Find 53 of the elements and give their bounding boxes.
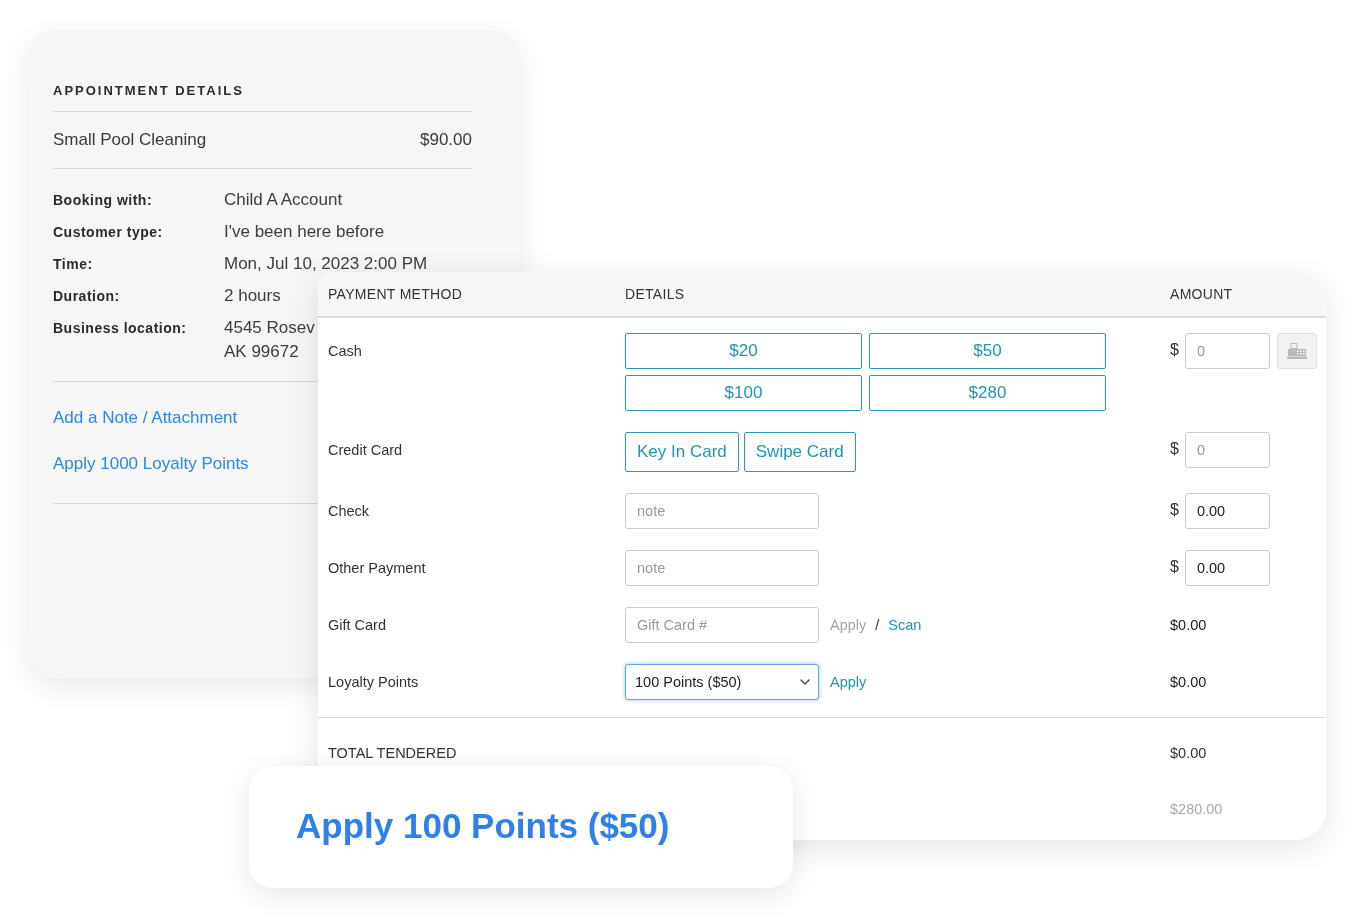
method-label: Gift Card	[328, 616, 386, 635]
callout-text: Apply 100 Points ($50)	[296, 806, 670, 846]
points-select[interactable]: 100 Points ($50)	[625, 664, 819, 700]
method-label: Other Payment	[328, 559, 426, 578]
currency-symbol: $	[1170, 557, 1179, 576]
method-label: Loyalty Points	[328, 673, 419, 692]
column-header: PAYMENT METHOD	[328, 286, 463, 302]
cash-register-icon	[1286, 343, 1307, 359]
note-field[interactable]: note	[625, 493, 819, 529]
amount-field[interactable]: 0	[1184, 432, 1270, 468]
section-title: APPOINTMENT DETAILS	[53, 82, 244, 100]
detail-value: I've been here before	[224, 221, 385, 243]
amount-button[interactable]: $20	[625, 333, 862, 369]
detail-value: 4545 Rosev AK 99672	[224, 317, 315, 363]
card-button[interactable]: Swipe Card	[743, 432, 856, 472]
total-amount: $280.00	[1170, 801, 1223, 817]
detail-value: 2 hours	[224, 285, 281, 307]
amount-text: $0.00	[1170, 674, 1207, 690]
note-field[interactable]: note	[625, 550, 819, 586]
method-label: Check	[328, 502, 370, 521]
detail-value: Mon, Jul 10, 2023 2:00 PM	[224, 253, 428, 275]
action-link[interactable]: Scan	[888, 617, 922, 633]
service-name: Small Pool Cleaning	[53, 129, 207, 151]
action-link[interactable]: Apply	[830, 674, 867, 690]
amount-field[interactable]: 0	[1184, 333, 1270, 369]
detail-label: Customer type:	[53, 223, 163, 242]
amount-button[interactable]: $100	[625, 375, 862, 411]
currency-symbol: $	[1170, 340, 1179, 359]
currency-symbol: $	[1170, 439, 1179, 458]
action-link[interactable]: Apply 1000 Loyalty Points	[53, 452, 249, 476]
chevron-down-icon	[800, 679, 810, 685]
card-button[interactable]: Key In Card	[625, 432, 739, 472]
separator-text: /	[875, 617, 880, 633]
detail-label: Business location:	[53, 319, 187, 338]
method-label: Credit Card	[328, 441, 403, 460]
detail-label: Booking with:	[53, 191, 153, 210]
amount-field[interactable]: 0.00	[1184, 550, 1270, 586]
service-price: $90.00	[420, 129, 472, 151]
detail-label: Time:	[53, 255, 93, 274]
currency-symbol: $	[1170, 500, 1179, 519]
detail-value: Child A Account	[224, 189, 343, 211]
detail-label: Duration:	[53, 287, 120, 306]
method-label: Cash	[328, 342, 362, 361]
action-link[interactable]: Add a Note / Attachment	[53, 406, 238, 430]
column-header: AMOUNT	[1170, 286, 1233, 302]
amount-text: $0.00	[1170, 617, 1207, 633]
amount-field[interactable]: 0.00	[1184, 493, 1270, 529]
amount-button[interactable]: $50	[869, 333, 1106, 369]
gift-card-field[interactable]: Gift Card #	[625, 607, 819, 643]
column-header: DETAILS	[625, 286, 685, 302]
total-label: TOTAL TENDERED	[328, 745, 457, 761]
total-amount: $0.00	[1170, 745, 1207, 761]
amount-button[interactable]: $280	[869, 375, 1106, 411]
